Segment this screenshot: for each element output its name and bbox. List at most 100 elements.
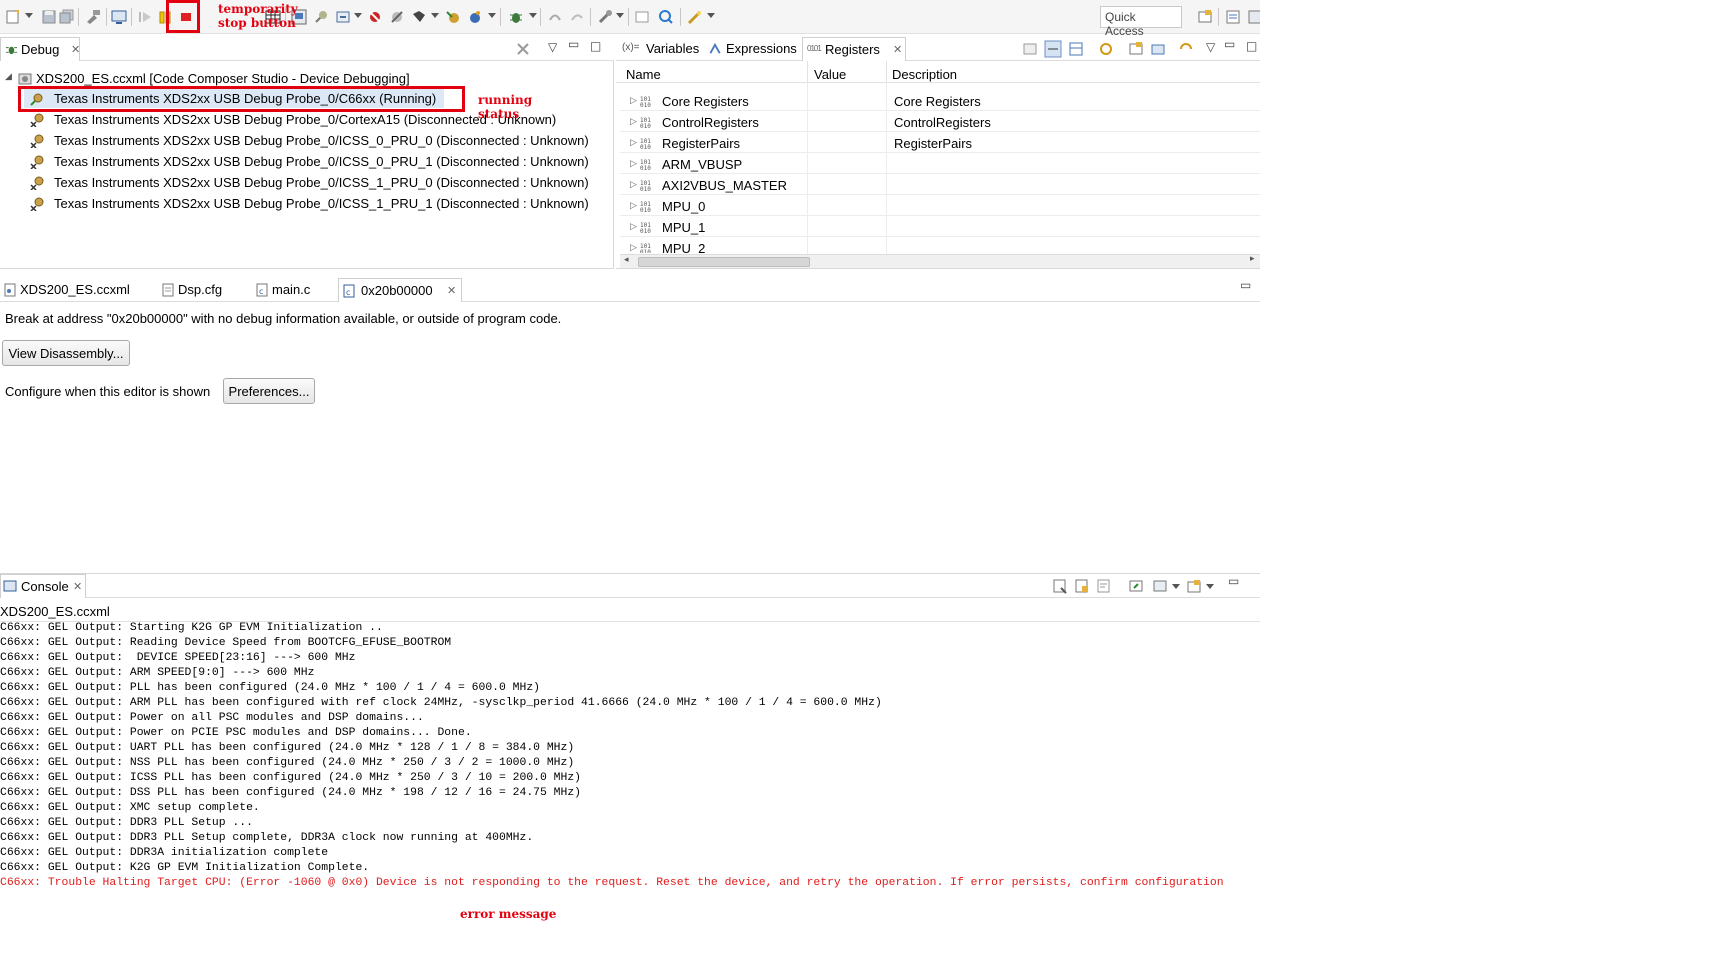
maximize-icon[interactable]: □ [1246, 39, 1257, 53]
console-line: C66xx: GEL Output: DDR3A initialization … [0, 847, 329, 859]
expand-arrow-icon[interactable]: ▷ [630, 95, 637, 106]
expand-arrow-icon[interactable]: ▷ [630, 200, 637, 211]
view-menu-icon[interactable]: ▽ [548, 40, 557, 54]
preferences-button[interactable]: Preferences... [223, 378, 315, 404]
debug-tree-item-icss-0-pru-0[interactable]: Texas Instruments XDS2xx USB Debug Probe… [24, 131, 614, 150]
resume-icon[interactable] [136, 8, 154, 26]
pin-icon[interactable] [312, 8, 330, 26]
perspective-open-icon[interactable] [1196, 8, 1214, 26]
search-icon[interactable] [657, 8, 675, 26]
quick-access-field[interactable]: Quick Access [1100, 6, 1182, 38]
tab-0x20b00000[interactable]: c 0x20b00000 ✕ [338, 278, 462, 302]
connect-icon[interactable] [410, 8, 428, 26]
scroll-lock-icon[interactable] [1074, 578, 1090, 594]
register-row[interactable]: ▷ 101 010 MPU_1 [620, 218, 1260, 237]
skip-breakpoints-icon[interactable] [388, 8, 406, 26]
collapse-arrow-icon[interactable]: ◢ [5, 71, 12, 82]
registers-horizontal-scrollbar[interactable]: ◂ ▸ [620, 254, 1260, 268]
register-row[interactable]: ▷ 101 010 MPU_0 [620, 197, 1260, 216]
view-disassembly-button[interactable]: View Disassembly... [2, 340, 130, 366]
layout-icon[interactable] [1068, 41, 1084, 57]
expressions-icon [709, 42, 721, 54]
svg-text:010: 010 [640, 186, 651, 192]
clear-console-icon[interactable] [1052, 578, 1068, 594]
scrollbar-thumb[interactable] [638, 257, 810, 267]
wand-icon[interactable] [686, 8, 704, 26]
scroll-left-icon[interactable]: ◂ [624, 255, 629, 265]
debug-bug-icon[interactable] [507, 8, 525, 26]
debug-tree-item-icss-1-pru-0[interactable]: Texas Instruments XDS2xx USB Debug Probe… [24, 173, 614, 192]
tab-variables[interactable]: (x)= Variables [622, 37, 704, 61]
debug-tree-item-icss-0-pru-1[interactable]: Texas Instruments XDS2xx USB Debug Probe… [24, 152, 614, 171]
tab-registers[interactable]: 0101 Registers ✕ [802, 37, 906, 61]
tab-main-c[interactable]: c main.c [254, 278, 328, 302]
expand-arrow-icon[interactable]: ▷ [630, 158, 637, 169]
console-line: C66xx: GEL Output: Power on PCIE PSC mod… [0, 727, 472, 739]
console-view-icon[interactable] [633, 8, 651, 26]
register-row[interactable]: ▷ 101 010 MPU_2 [620, 239, 1260, 253]
load-program-icon[interactable] [444, 8, 462, 26]
breakpoint-icon[interactable] [366, 8, 384, 26]
minimize-icon[interactable]: ▭ [568, 37, 579, 51]
step-into-icon[interactable] [546, 8, 564, 26]
cpu-disconnected-icon [30, 113, 44, 127]
console-tab-label: Console [21, 579, 69, 594]
perspective-debug-icon[interactable] [1224, 8, 1242, 26]
register-row[interactable]: ▷ 101 010 ARM_VBUSP [620, 155, 1260, 174]
tab-console[interactable]: Console ✕ [0, 574, 86, 598]
expand-arrow-icon[interactable]: ▷ [630, 137, 637, 148]
remove-terminated-icon[interactable] [516, 42, 530, 56]
tab-dsp-cfg[interactable]: Dsp.cfg [160, 278, 244, 302]
save-all-icon[interactable] [58, 8, 76, 26]
register-name: Core Registers [662, 94, 749, 109]
register-row[interactable]: ▷ 101 010 ControlRegisters ControlRegiste… [620, 113, 1260, 132]
step-icon[interactable] [334, 8, 352, 26]
open-console-icon[interactable] [1186, 578, 1202, 594]
pin-console-icon[interactable] [1128, 578, 1144, 594]
new-view-icon[interactable] [1128, 41, 1144, 57]
console-line: C66xx: GEL Output: PLL has been configur… [0, 682, 541, 694]
new-icon[interactable] [4, 8, 22, 26]
column-description[interactable]: Description [892, 67, 957, 82]
console-line: C66xx: GEL Output: Starting K2G GP EVM I… [0, 622, 383, 634]
step-over-icon[interactable] [568, 8, 586, 26]
column-name[interactable]: Name [626, 67, 661, 82]
collapse-all-icon[interactable] [1022, 41, 1038, 57]
minimize-icon[interactable]: ▭ [1224, 37, 1235, 51]
scroll-right-icon[interactable]: ▸ [1250, 254, 1255, 264]
refresh-icon[interactable] [1098, 41, 1114, 57]
debug-window-icon[interactable] [110, 8, 128, 26]
register-row[interactable]: ▷ 101 010 AXI2VBUS_MASTER [620, 176, 1260, 195]
perspective-edit-icon[interactable] [1246, 8, 1260, 26]
close-icon[interactable]: ✕ [893, 43, 902, 56]
tab-debug[interactable]: Debug ✕ [0, 37, 80, 61]
register-row[interactable]: ▷ 101 010 RegisterPairs RegisterPairs [620, 134, 1260, 153]
register-name: ARM_VBUSP [662, 157, 743, 172]
minimize-icon[interactable]: ▭ [1240, 278, 1251, 292]
reset-icon[interactable] [466, 8, 484, 26]
close-icon[interactable]: ✕ [73, 580, 82, 593]
display-console-icon[interactable] [1152, 578, 1168, 594]
tools-icon[interactable] [596, 8, 614, 26]
export-icon[interactable] [1150, 41, 1166, 57]
debug-tree-item-icss-1-pru-1[interactable]: Texas Instruments XDS2xx USB Debug Probe… [24, 194, 614, 213]
column-value[interactable]: Value [814, 67, 846, 82]
view-menu-icon[interactable]: ▽ [1206, 40, 1215, 54]
register-row[interactable]: ▷ 101 010 Core Registers Core Registers [620, 92, 1260, 111]
variables-icon: (x)= [622, 42, 640, 53]
expand-arrow-icon[interactable]: ▷ [630, 179, 637, 190]
word-wrap-icon[interactable] [1096, 578, 1112, 594]
build-icon[interactable] [84, 8, 102, 26]
expand-arrow-icon[interactable]: ▷ [630, 116, 637, 127]
close-icon[interactable]: ✕ [71, 43, 80, 56]
close-icon[interactable]: ✕ [447, 284, 456, 297]
expand-arrow-icon[interactable]: ▷ [630, 242, 637, 253]
save-icon[interactable] [40, 8, 58, 26]
maximize-icon[interactable]: □ [590, 39, 601, 53]
register-format-icon[interactable] [1044, 40, 1062, 58]
sync-icon[interactable] [1178, 41, 1194, 57]
expand-arrow-icon[interactable]: ▷ [630, 221, 637, 232]
minimize-icon[interactable]: ▭ [1228, 574, 1239, 588]
new-dropdown-icon[interactable] [25, 13, 33, 18]
tab-xds200-ccxml[interactable]: XDS200_ES.ccxml [2, 278, 152, 302]
